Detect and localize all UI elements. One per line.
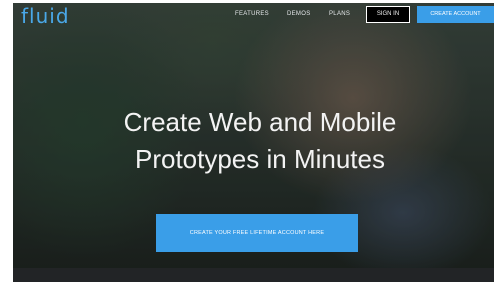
hero-headline-line-2: Prototypes in Minutes — [134, 144, 385, 174]
nav-link-features[interactable]: FEATURES — [235, 11, 269, 17]
sign-in-button[interactable]: SIGN IN — [366, 6, 410, 23]
create-account-button[interactable]: CREATE ACCOUNT — [417, 6, 494, 23]
landing-page: fluid FEATURES DEMOS PLANS SIGN IN CREAT… — [0, 0, 494, 282]
logo[interactable]: fluid — [21, 4, 70, 28]
hero-headline-line-1: Create Web and Mobile — [123, 107, 397, 137]
create-free-account-cta-button[interactable]: CREATE YOUR FREE LIFETIME ACCOUNT HERE — [156, 214, 358, 252]
nav-link-demos[interactable]: DEMOS — [287, 11, 311, 17]
nav-link-plans[interactable]: PLANS — [329, 11, 350, 17]
bottom-bar — [13, 268, 494, 282]
